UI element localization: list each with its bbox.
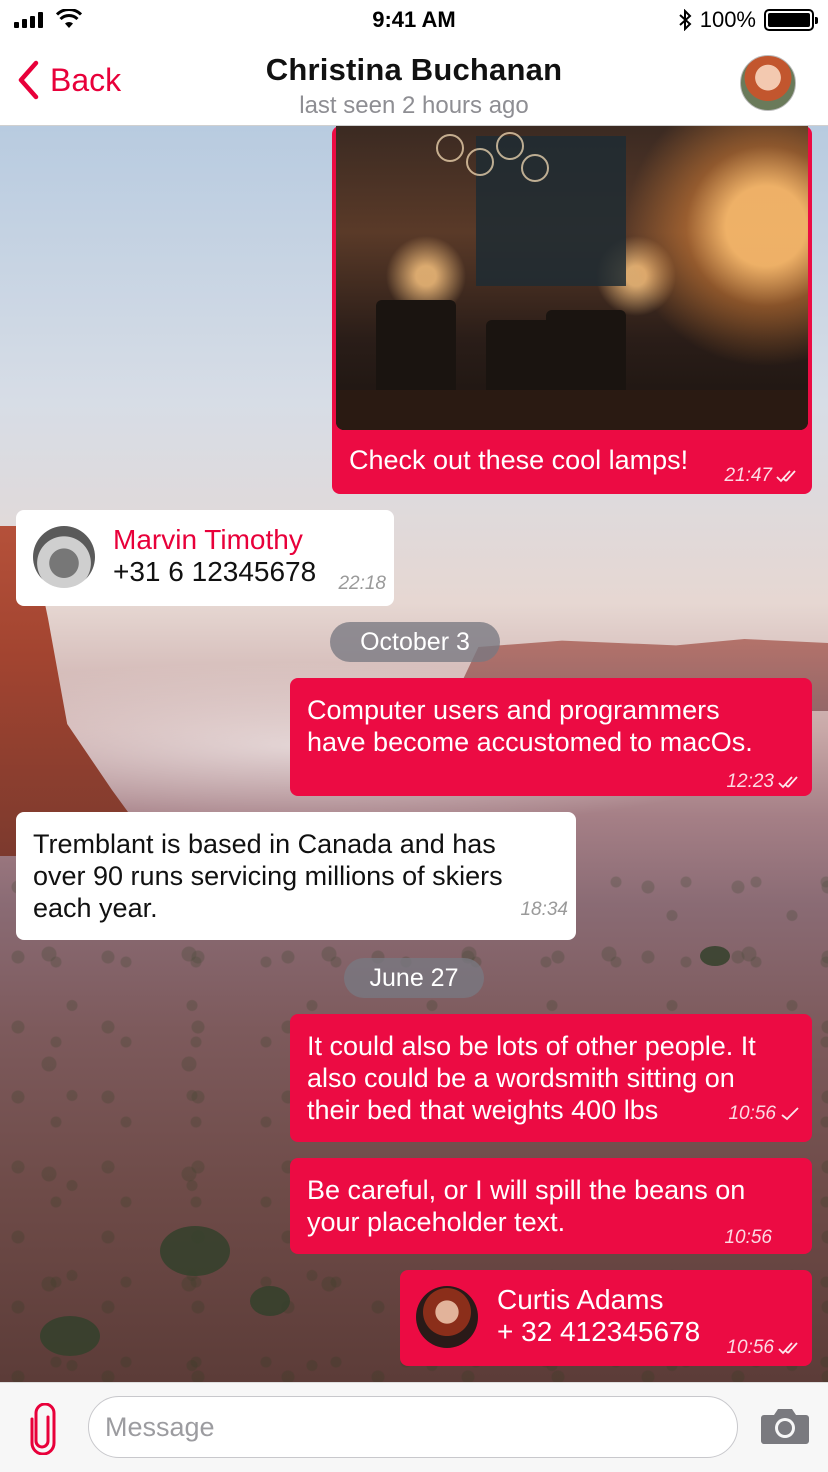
contact-card-avatar — [416, 1286, 478, 1348]
contact-card-phone[interactable]: + 32 412345678 — [497, 1316, 700, 1348]
message-photo[interactable] — [336, 126, 808, 430]
photo-lamp — [466, 148, 494, 176]
message-time: 10:56 — [726, 1337, 774, 1358]
message-meta: 21:47 — [724, 460, 802, 492]
message-text: It could also be lots of other people. I… — [307, 1030, 795, 1126]
contact-card-name[interactable]: Marvin Timothy — [113, 524, 303, 556]
contact-card-avatar — [33, 526, 95, 588]
date-separator: June 27 — [344, 958, 484, 998]
text-message[interactable]: It could also be lots of other people. I… — [290, 1014, 812, 1142]
photo-lamp — [521, 154, 549, 182]
message-line: over 90 runs servicing millions of skier… — [33, 861, 503, 891]
photo-sign — [476, 136, 626, 286]
message-time: 22:18 — [338, 573, 386, 594]
contact-name[interactable]: Christina Buchanan — [0, 52, 828, 88]
photo-counter — [336, 390, 808, 430]
message-text: Be careful, or I will spill the beans on… — [307, 1174, 795, 1238]
message-line: Be careful, or I will spill the beans on — [307, 1175, 746, 1205]
double-check-icon — [778, 776, 798, 789]
message-time: 10:56 — [728, 1103, 776, 1124]
paperclip-icon[interactable] — [26, 1403, 60, 1455]
battery-percent: 100% — [699, 7, 756, 32]
message-meta: 22:18 — [338, 568, 386, 600]
single-check-icon — [781, 1107, 799, 1121]
status-right: 100% — [678, 7, 818, 33]
last-seen-status: last seen 2 hours ago — [299, 92, 529, 119]
status-bar: 9:41 AM 100% — [0, 0, 828, 40]
text-message[interactable]: Computer users and programmers have beco… — [290, 678, 812, 796]
message-time: 12:23 — [726, 771, 774, 792]
message-text: Computer users and programmers have beco… — [307, 694, 795, 758]
message-input[interactable] — [88, 1396, 738, 1458]
contact-card-name[interactable]: Curtis Adams — [497, 1284, 664, 1316]
navigation-bar: Back Christina Buchanan last seen 2 hour… — [0, 40, 828, 126]
message-meta: 12:23 — [726, 766, 804, 798]
message-list[interactable]: Check out these cool lamps! 21:47 Marvin… — [0, 126, 828, 1382]
message-text: Tremblant is based in Canada and has ove… — [33, 828, 559, 924]
message-time: 18:34 — [520, 899, 568, 920]
message-line: It could also be lots of other people. I… — [307, 1031, 756, 1061]
message-line: each year. — [33, 893, 158, 923]
double-check-icon — [776, 470, 796, 483]
photo-lamp — [436, 134, 464, 162]
message-meta: 10:56 — [728, 1098, 800, 1130]
photo-lamp — [496, 132, 524, 160]
photo-message[interactable]: Check out these cool lamps! 21:47 — [332, 126, 812, 494]
contact-message[interactable]: Marvin Timothy +31 6 12345678 22:18 — [16, 510, 394, 606]
message-line: Tremblant is based in Canada and has — [33, 829, 496, 859]
text-message[interactable]: Tremblant is based in Canada and has ove… — [16, 812, 576, 940]
message-line: your placeholder text. — [307, 1207, 566, 1237]
message-meta: 10:56 — [724, 1222, 772, 1254]
battery-icon — [764, 9, 818, 31]
message-line: their bed that weights 400 lbs — [307, 1095, 659, 1125]
message-meta: 10:56 — [726, 1332, 804, 1364]
battery-fill — [768, 13, 810, 27]
message-line: Computer users and programmers — [307, 695, 720, 725]
message-time: 10:56 — [724, 1227, 772, 1248]
contact-message[interactable]: Curtis Adams + 32 412345678 10:56 — [400, 1270, 812, 1366]
camera-icon[interactable] — [760, 1407, 810, 1445]
message-meta: 18:34 — [520, 894, 568, 926]
text-message[interactable]: Be careful, or I will spill the beans on… — [290, 1158, 812, 1254]
message-time: 21:47 — [724, 465, 772, 486]
message-line: also could be a wordsmith sitting on — [307, 1063, 735, 1093]
bluetooth-icon — [679, 9, 692, 31]
message-line: have become accustomed to macOs. — [307, 727, 753, 757]
message-text: Check out these cool lamps! — [349, 445, 689, 475]
contact-card-phone[interactable]: +31 6 12345678 — [113, 556, 316, 588]
contact-avatar[interactable] — [740, 55, 796, 111]
date-separator: October 3 — [330, 622, 500, 662]
composer-bar — [0, 1382, 828, 1472]
double-check-icon — [778, 1342, 798, 1355]
